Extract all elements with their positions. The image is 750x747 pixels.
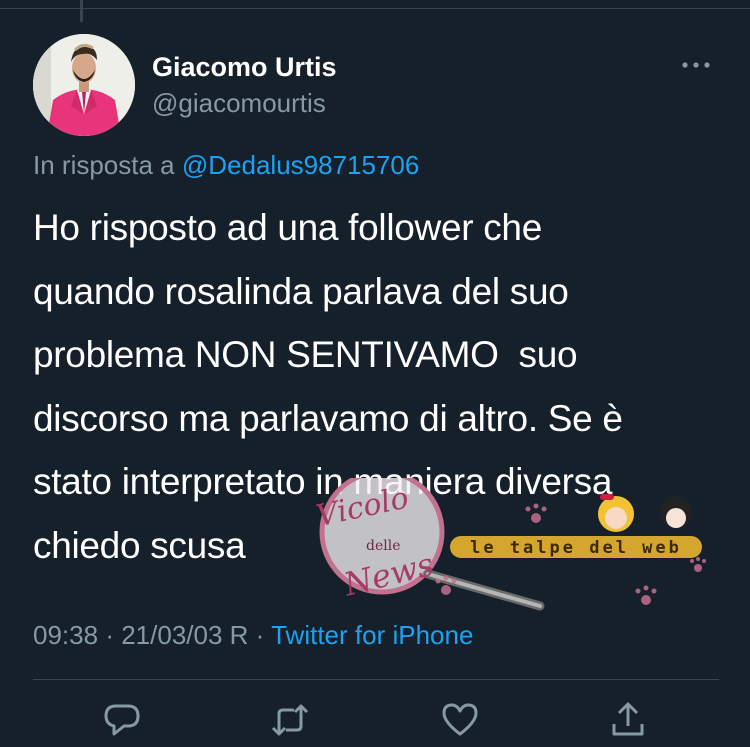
tweet-source-link[interactable]: Twitter for iPhone — [271, 620, 473, 650]
retweet-button[interactable] — [270, 700, 310, 740]
tweet-date[interactable]: 21/03/03 R — [121, 620, 248, 650]
actions-divider — [33, 679, 719, 680]
tweet-text: Ho risposto ad una follower che quando r… — [33, 207, 623, 566]
top-divider — [0, 8, 750, 9]
tweet-metadata: 09:38 · 21/03/03 R · Twitter for iPhone — [33, 620, 473, 651]
meta-separator: · — [105, 620, 114, 650]
author-display-name[interactable]: Giacomo Urtis — [152, 52, 337, 83]
avatar[interactable] — [33, 34, 135, 136]
thread-connector-line — [80, 0, 83, 22]
meta-separator-2: · — [255, 620, 265, 650]
reply-button[interactable] — [102, 700, 142, 740]
reply-prefix: In risposta a — [33, 150, 175, 180]
more-options-button[interactable] — [676, 50, 716, 80]
retweet-icon — [271, 704, 309, 736]
heart-icon — [442, 703, 478, 736]
share-button[interactable] — [608, 700, 648, 740]
share-icon — [612, 702, 644, 736]
tweet-screen: { "author": { "display_name": "Giacomo U… — [0, 0, 750, 747]
tweet-time[interactable]: 09:38 — [33, 620, 98, 650]
reply-mention-link[interactable]: @Dedalus98715706 — [182, 150, 419, 180]
reply-context: In risposta a @Dedalus98715706 — [33, 150, 419, 181]
more-icon — [682, 62, 710, 68]
author-handle[interactable]: @giacomourtis — [152, 88, 326, 119]
reply-icon — [104, 704, 140, 736]
like-button[interactable] — [440, 700, 480, 740]
